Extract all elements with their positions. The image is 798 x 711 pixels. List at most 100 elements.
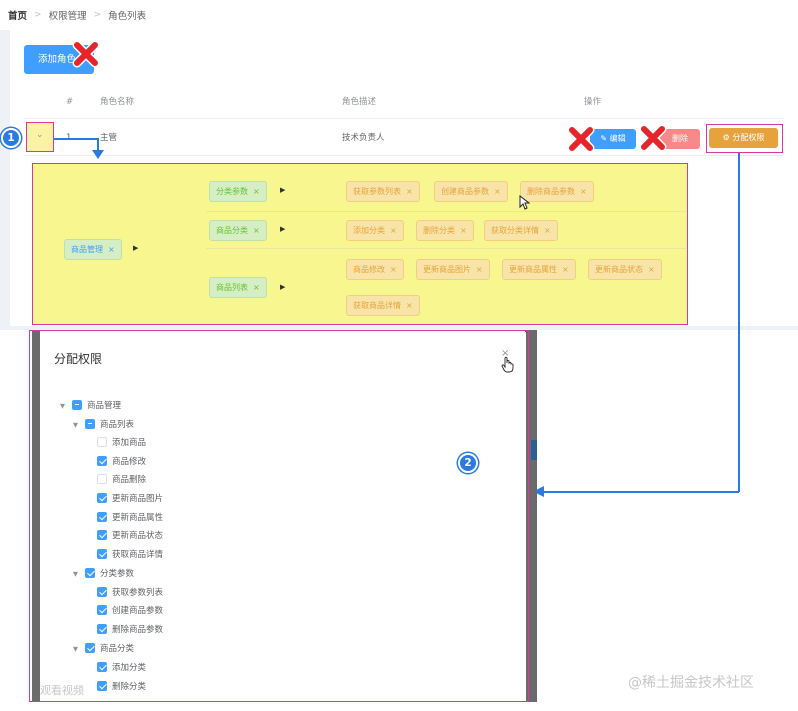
close-icon[interactable]: × bbox=[406, 187, 413, 196]
rights-tag-level3[interactable]: 商品修改 × bbox=[346, 259, 404, 280]
video-watermark: 观看视频 bbox=[40, 684, 84, 697]
rights-tag-level3[interactable]: 获取参数列表 × bbox=[346, 181, 420, 202]
close-icon[interactable]: × bbox=[406, 301, 413, 310]
caret-down-icon: ▼ bbox=[73, 421, 78, 429]
tree-node[interactable]: 删除商品参数 bbox=[97, 622, 163, 638]
rights-tag-level3[interactable]: 创建商品参数 × bbox=[434, 181, 508, 202]
step-badge-1: 1 bbox=[1, 128, 21, 148]
tree-node-label: 添加分类 bbox=[112, 663, 147, 673]
breadcrumb-home[interactable]: 首页 bbox=[8, 8, 27, 22]
tree-node[interactable]: ▼ 分类参数 bbox=[73, 566, 134, 582]
assign-label: 分配权限 bbox=[732, 133, 765, 142]
divider bbox=[206, 248, 686, 249]
tree-node[interactable]: 删除分类 bbox=[97, 679, 146, 695]
chevron-down-icon: ⌄ bbox=[36, 130, 44, 140]
checkbox[interactable] bbox=[85, 418, 95, 429]
red-x-icon bbox=[639, 124, 667, 152]
checkbox[interactable] bbox=[85, 642, 95, 653]
checkbox[interactable] bbox=[97, 455, 107, 466]
close-icon[interactable]: × bbox=[562, 265, 569, 274]
tag-label: 更新商品图片 bbox=[423, 265, 471, 274]
tree-node[interactable]: 更新商品属性 bbox=[97, 510, 163, 526]
tree-node[interactable]: 商品修改 bbox=[97, 454, 146, 470]
rights-tag-level3[interactable]: 更新商品状态 × bbox=[588, 259, 662, 280]
divider bbox=[206, 211, 686, 212]
caret-right-icon: ▶ bbox=[280, 186, 286, 194]
tree-node-label: 添加商品 bbox=[112, 438, 147, 448]
rights-tag-level2[interactable]: 分类参数 × bbox=[209, 181, 267, 202]
tag-label: 获取参数列表 bbox=[353, 187, 401, 196]
tree-node[interactable]: ▼ 商品管理 bbox=[60, 398, 121, 414]
checkbox[interactable] bbox=[97, 548, 107, 559]
close-icon[interactable]: × bbox=[580, 187, 587, 196]
tag-label: 删除商品参数 bbox=[527, 187, 575, 196]
checkbox[interactable] bbox=[97, 604, 107, 615]
checkbox[interactable] bbox=[97, 473, 107, 484]
tag-label: 商品列表 bbox=[216, 283, 248, 292]
tree-node[interactable]: 商品删除 bbox=[97, 472, 146, 488]
tree-node-label: 更新商品状态 bbox=[112, 531, 164, 541]
tree-node[interactable]: 更新商品状态 bbox=[97, 528, 163, 544]
edit-button[interactable]: ✎ 编辑 bbox=[590, 129, 636, 149]
close-icon[interactable]: × bbox=[253, 283, 260, 292]
tree-node-label: 更新商品属性 bbox=[112, 513, 164, 523]
checkbox[interactable] bbox=[85, 567, 95, 578]
close-icon[interactable]: × bbox=[494, 187, 501, 196]
close-icon[interactable]: × bbox=[390, 265, 397, 274]
close-icon[interactable]: × bbox=[460, 226, 467, 235]
checkbox[interactable] bbox=[97, 511, 107, 522]
close-icon[interactable]: × bbox=[544, 226, 551, 235]
rights-tag-level3[interactable]: 获取分类详情 × bbox=[484, 220, 558, 241]
caret-down-icon: ▼ bbox=[60, 402, 65, 410]
tag-label: 更新商品状态 bbox=[595, 265, 643, 274]
expand-row-toggle[interactable]: ⌄ bbox=[26, 122, 54, 152]
connector-line bbox=[54, 138, 98, 140]
rights-tag-level3[interactable]: 删除分类 × bbox=[416, 220, 474, 241]
tree-node[interactable]: 更新商品图片 bbox=[97, 491, 163, 507]
tree-node[interactable]: 添加商品 bbox=[97, 435, 146, 451]
breadcrumb-roles: 角色列表 bbox=[108, 11, 147, 22]
checkbox[interactable] bbox=[97, 623, 107, 634]
rights-tag-level3[interactable]: 删除商品参数 × bbox=[520, 181, 594, 202]
checkbox[interactable] bbox=[97, 586, 107, 597]
close-icon[interactable]: × bbox=[253, 226, 260, 235]
tree-node[interactable]: ▼ 商品分类 bbox=[73, 641, 134, 657]
site-watermark: @稀土掘金技术社区 bbox=[628, 675, 754, 691]
checkbox[interactable] bbox=[72, 399, 82, 410]
rights-tag-level1[interactable]: 商品管理 × bbox=[64, 239, 122, 260]
close-icon[interactable]: × bbox=[648, 265, 655, 274]
close-icon[interactable]: × bbox=[253, 187, 260, 196]
close-icon[interactable]: × bbox=[108, 245, 115, 254]
checkbox[interactable] bbox=[97, 436, 107, 447]
tree-node-label: 删除商品参数 bbox=[112, 625, 164, 635]
checkbox[interactable] bbox=[97, 492, 107, 503]
tree-node[interactable]: ▼ 商品列表 bbox=[73, 417, 134, 433]
assign-rights-button[interactable]: ⚙ 分配权限 bbox=[709, 128, 778, 148]
tree-node[interactable]: 获取参数列表 bbox=[97, 585, 163, 601]
rights-tag-level2[interactable]: 商品列表 × bbox=[209, 277, 267, 298]
header-index: # bbox=[66, 97, 74, 107]
caret-right-icon: ▶ bbox=[280, 225, 286, 233]
tree-node[interactable]: 获取商品详情 bbox=[97, 547, 163, 563]
close-icon[interactable]: × bbox=[390, 226, 397, 235]
caret-down-icon: ▼ bbox=[73, 645, 78, 653]
header-role-desc: 角色描述 bbox=[342, 97, 377, 107]
rights-tag-level3[interactable]: 获取商品详情 × bbox=[346, 295, 420, 316]
dialog-title: 分配权限 bbox=[54, 352, 103, 366]
checkbox[interactable] bbox=[97, 680, 107, 691]
checkbox[interactable] bbox=[97, 661, 107, 672]
edit-icon: ✎ bbox=[600, 134, 610, 143]
breadcrumb-separator: > bbox=[93, 10, 102, 20]
rights-tag-level3[interactable]: 更新商品属性 × bbox=[502, 259, 576, 280]
tree-node[interactable]: 添加分类 bbox=[97, 660, 146, 676]
checkbox[interactable] bbox=[97, 529, 107, 540]
rights-tag-level2[interactable]: 商品分类 × bbox=[209, 220, 267, 241]
tree-node-label: 商品删除 bbox=[112, 475, 147, 485]
tree-node[interactable]: 创建商品参数 bbox=[97, 603, 163, 619]
tag-label: 创建商品参数 bbox=[441, 187, 489, 196]
tree-node-label: 分类参数 bbox=[100, 569, 135, 579]
rights-tag-level3[interactable]: 更新商品图片 × bbox=[416, 259, 490, 280]
close-icon[interactable]: × bbox=[476, 265, 483, 274]
overlay-accent bbox=[531, 440, 537, 460]
rights-tag-level3[interactable]: 添加分类 × bbox=[346, 220, 404, 241]
